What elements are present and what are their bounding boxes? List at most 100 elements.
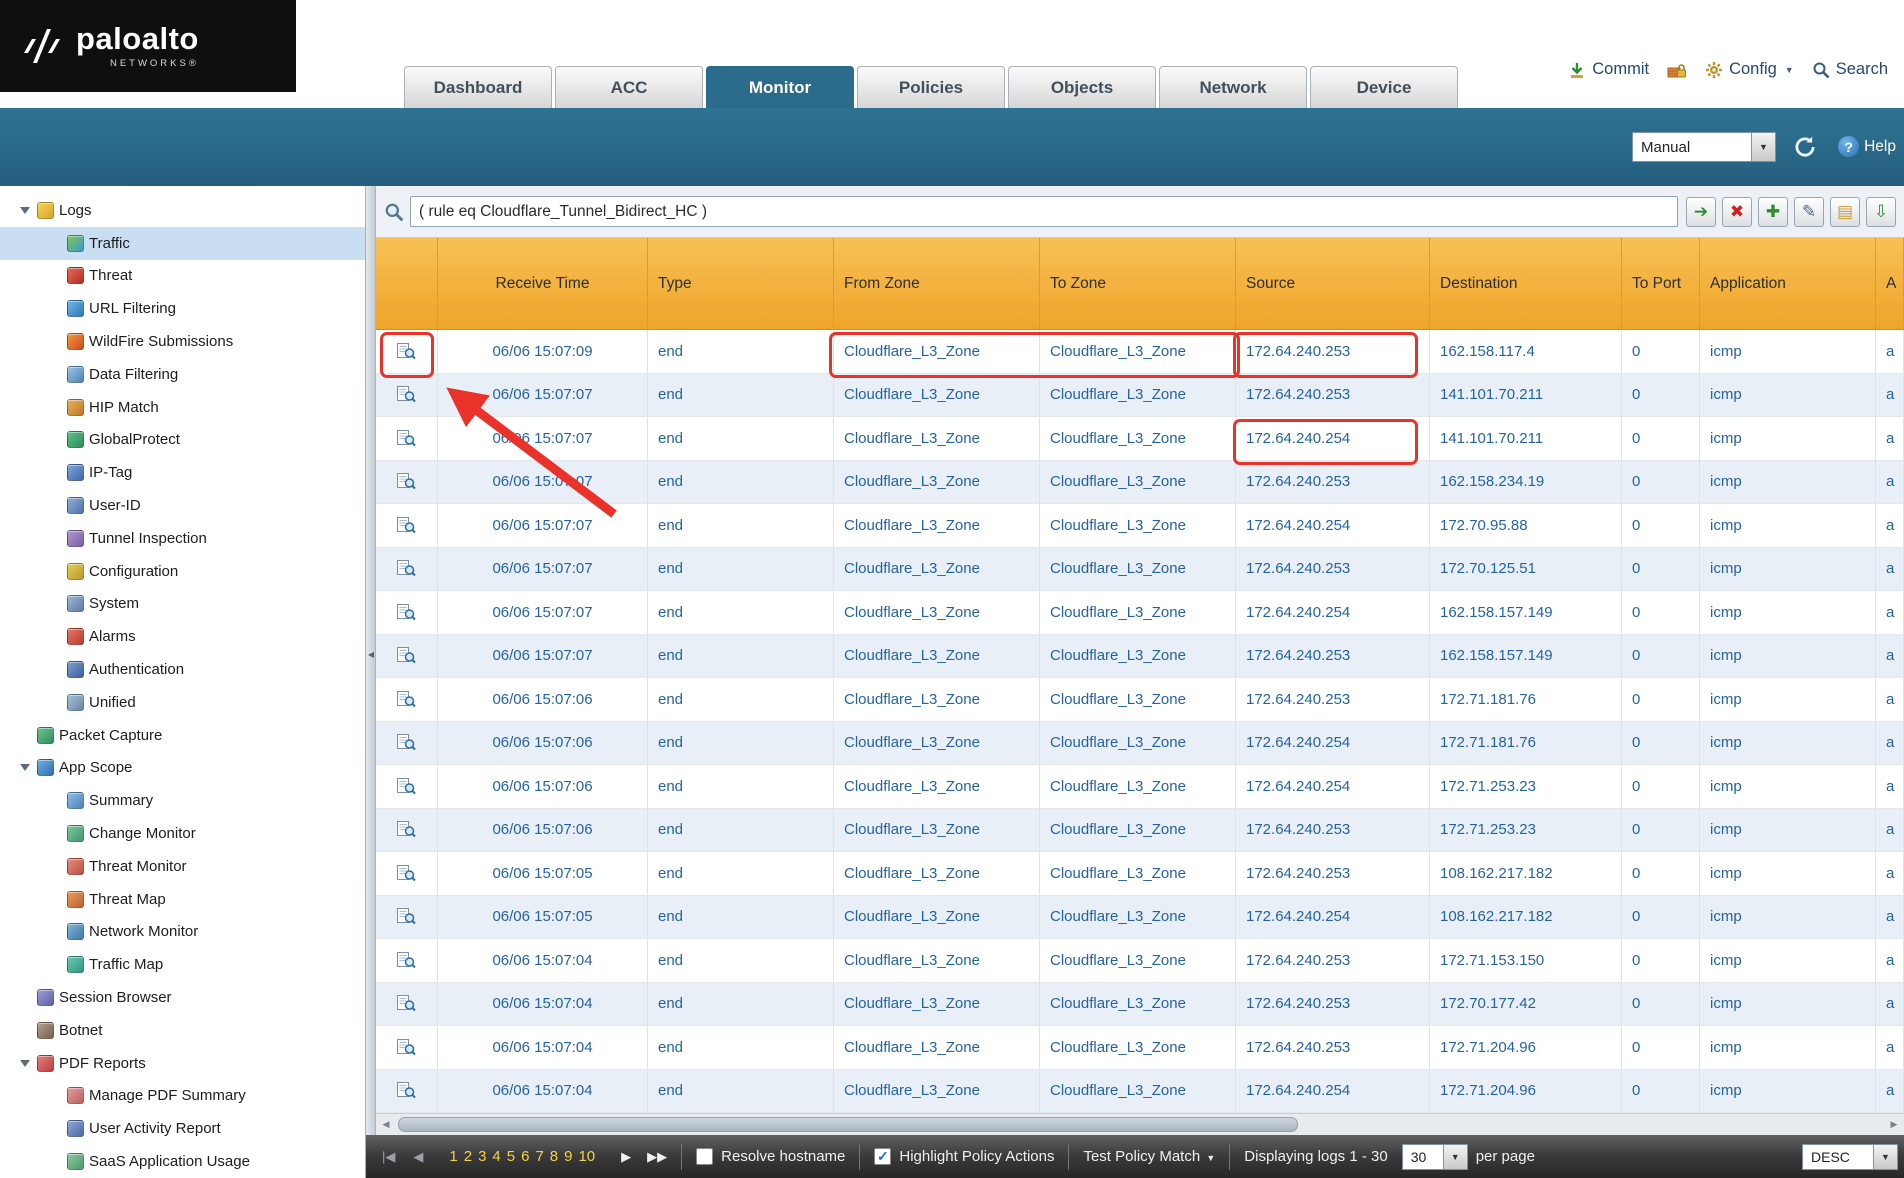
scrollbar-track[interactable] xyxy=(396,1114,1884,1135)
sidebar-item-ip-tag[interactable]: IP-Tag xyxy=(0,456,365,489)
tab-dashboard[interactable]: Dashboard xyxy=(404,66,552,108)
log-detail-icon[interactable] xyxy=(397,821,416,838)
page-number-9[interactable]: 9 xyxy=(564,1148,572,1165)
column-header-destination[interactable]: Destination xyxy=(1430,238,1622,329)
tree-expander-icon[interactable] xyxy=(18,764,32,771)
sidebar-item-system[interactable]: System xyxy=(0,588,365,621)
sidebar-item-globalprotect[interactable]: GlobalProtect xyxy=(0,424,365,457)
tree-expander-icon[interactable] xyxy=(48,1125,62,1132)
scrollbar-thumb[interactable] xyxy=(398,1117,1298,1132)
next-page-button[interactable]: ▶ xyxy=(621,1149,631,1165)
column-header-application[interactable]: Application xyxy=(1700,238,1876,329)
log-detail-icon[interactable] xyxy=(397,343,416,360)
tree-expander-icon[interactable] xyxy=(18,1060,32,1067)
tree-expander-icon[interactable] xyxy=(48,896,62,903)
log-row-6[interactable]: 06/06 15:07:07endCloudflare_L3_ZoneCloud… xyxy=(376,548,1904,592)
log-detail-icon[interactable] xyxy=(397,604,416,621)
column-header-receive_time[interactable]: Receive Time xyxy=(438,238,648,329)
sidebar-item-pdf-reports[interactable]: PDF Reports xyxy=(0,1047,365,1080)
log-row-10[interactable]: 06/06 15:07:06endCloudflare_L3_ZoneCloud… xyxy=(376,722,1904,766)
tree-expander-icon[interactable] xyxy=(18,1027,32,1034)
log-detail-icon[interactable] xyxy=(397,908,416,925)
sidebar-item-traffic-map[interactable]: Traffic Map xyxy=(0,948,365,981)
log-row-17[interactable]: 06/06 15:07:04endCloudflare_L3_ZoneCloud… xyxy=(376,1026,1904,1070)
log-row-8[interactable]: 06/06 15:07:07endCloudflare_L3_ZoneCloud… xyxy=(376,635,1904,679)
column-header-detail[interactable] xyxy=(376,238,438,329)
log-row-18[interactable]: 06/06 15:07:04endCloudflare_L3_ZoneCloud… xyxy=(376,1070,1904,1114)
log-detail-icon[interactable] xyxy=(397,691,416,708)
tree-expander-icon[interactable] xyxy=(48,272,62,279)
tab-policies[interactable]: Policies xyxy=(857,66,1005,108)
log-row-1[interactable]: 06/06 15:07:09endCloudflare_L3_ZoneCloud… xyxy=(376,330,1904,374)
log-row-12[interactable]: 06/06 15:07:06endCloudflare_L3_ZoneCloud… xyxy=(376,809,1904,853)
log-row-16[interactable]: 06/06 15:07:04endCloudflare_L3_ZoneCloud… xyxy=(376,983,1904,1027)
sidebar-item-wildfire-submissions[interactable]: WildFire Submissions xyxy=(0,325,365,358)
log-detail-icon[interactable] xyxy=(397,386,416,403)
per-page-select[interactable]: 30 ▼ xyxy=(1402,1144,1468,1170)
sidebar-splitter[interactable]: ◀ xyxy=(366,186,376,1135)
export-filter-button[interactable]: ⇩ xyxy=(1866,197,1896,227)
log-detail-icon[interactable] xyxy=(397,517,416,534)
sidebar-item-network-monitor[interactable]: Network Monitor xyxy=(0,916,365,949)
sidebar-item-threat-map[interactable]: Threat Map xyxy=(0,883,365,916)
tree-expander-icon[interactable] xyxy=(48,666,62,673)
page-number-6[interactable]: 6 xyxy=(521,1148,529,1165)
tab-objects[interactable]: Objects xyxy=(1008,66,1156,108)
sidebar-item-alarms[interactable]: Alarms xyxy=(0,620,365,653)
prev-page-button[interactable]: ◀ xyxy=(413,1149,423,1165)
sidebar-item-unified[interactable]: Unified xyxy=(0,686,365,719)
log-row-11[interactable]: 06/06 15:07:06endCloudflare_L3_ZoneCloud… xyxy=(376,765,1904,809)
tree-expander-icon[interactable] xyxy=(48,961,62,968)
sidebar-item-user-id[interactable]: User-ID xyxy=(0,489,365,522)
tree-expander-icon[interactable] xyxy=(48,863,62,870)
tree-expander-icon[interactable] xyxy=(48,436,62,443)
column-header-to_zone[interactable]: To Zone xyxy=(1040,238,1236,329)
page-number-1[interactable]: 1 xyxy=(449,1148,457,1165)
tree-expander-icon[interactable] xyxy=(48,305,62,312)
log-row-15[interactable]: 06/06 15:07:04endCloudflare_L3_ZoneCloud… xyxy=(376,939,1904,983)
resolve-hostname-checkbox[interactable] xyxy=(696,1148,713,1165)
log-detail-icon[interactable] xyxy=(397,778,416,795)
log-row-2[interactable]: 06/06 15:07:07endCloudflare_L3_ZoneCloud… xyxy=(376,374,1904,418)
tree-expander-icon[interactable] xyxy=(48,1092,62,1099)
sort-order-caret-icon[interactable]: ▼ xyxy=(1874,1144,1898,1170)
tab-network[interactable]: Network xyxy=(1159,66,1307,108)
tree-expander-icon[interactable] xyxy=(48,699,62,706)
scroll-left-icon[interactable]: ◀ xyxy=(376,1119,396,1130)
tree-expander-icon[interactable] xyxy=(48,502,62,509)
sidebar-item-summary[interactable]: Summary xyxy=(0,784,365,817)
tree-expander-icon[interactable] xyxy=(18,207,32,214)
save-filter-button[interactable]: ✎ xyxy=(1794,197,1824,227)
sidebar-item-traffic[interactable]: Traffic xyxy=(0,227,365,260)
tree-expander-icon[interactable] xyxy=(48,633,62,640)
page-number-5[interactable]: 5 xyxy=(507,1148,515,1165)
highlight-policy-actions-checkbox[interactable] xyxy=(874,1148,891,1165)
page-number-7[interactable]: 7 xyxy=(535,1148,543,1165)
last-page-button[interactable]: ▶▶ xyxy=(647,1149,667,1165)
column-header-to_port[interactable]: To Port xyxy=(1622,238,1700,329)
sidebar-item-packet-capture[interactable]: Packet Capture xyxy=(0,719,365,752)
load-filter-button[interactable]: ▤ xyxy=(1830,197,1860,227)
scroll-right-icon[interactable]: ▶ xyxy=(1884,1119,1904,1130)
log-row-4[interactable]: 06/06 15:07:07endCloudflare_L3_ZoneCloud… xyxy=(376,461,1904,505)
help-button[interactable]: ? Help xyxy=(1838,136,1896,157)
tree-expander-icon[interactable] xyxy=(48,600,62,607)
column-header-type[interactable]: Type xyxy=(648,238,834,329)
tree-expander-icon[interactable] xyxy=(18,994,32,1001)
page-number-2[interactable]: 2 xyxy=(464,1148,472,1165)
refresh-mode-select[interactable]: Manual ▼ xyxy=(1632,132,1776,162)
config-button[interactable]: Config ▼ xyxy=(1705,60,1794,79)
sidebar-item-botnet[interactable]: Botnet xyxy=(0,1014,365,1047)
log-row-9[interactable]: 06/06 15:07:06endCloudflare_L3_ZoneCloud… xyxy=(376,678,1904,722)
per-page-caret-icon[interactable]: ▼ xyxy=(1444,1144,1468,1170)
tree-expander-icon[interactable] xyxy=(48,928,62,935)
log-row-14[interactable]: 06/06 15:07:05endCloudflare_L3_ZoneCloud… xyxy=(376,896,1904,940)
log-detail-icon[interactable] xyxy=(397,560,416,577)
page-number-3[interactable]: 3 xyxy=(478,1148,486,1165)
log-detail-icon[interactable] xyxy=(397,1039,416,1056)
test-policy-match-button[interactable]: Test Policy Match ▼ xyxy=(1083,1148,1215,1165)
page-number-10[interactable]: 10 xyxy=(578,1148,595,1165)
tree-expander-icon[interactable] xyxy=(48,469,62,476)
tree-expander-icon[interactable] xyxy=(48,797,62,804)
sidebar-item-data-filtering[interactable]: Data Filtering xyxy=(0,358,365,391)
